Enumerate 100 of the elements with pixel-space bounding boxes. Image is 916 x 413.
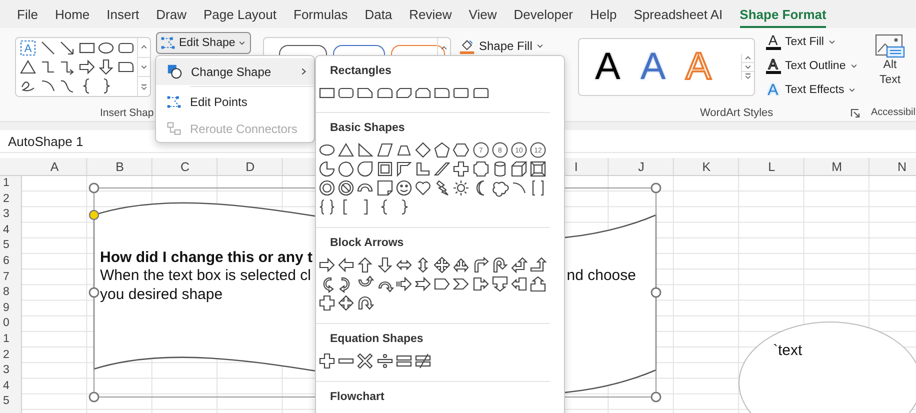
right-arrow-icon[interactable] xyxy=(78,58,96,76)
edit-shape-button[interactable]: Edit Shape xyxy=(156,32,251,54)
no-symbol-icon[interactable] xyxy=(337,179,356,197)
ribbon-tab[interactable]: Page Layout xyxy=(204,0,277,28)
ribbon-tab[interactable]: Home xyxy=(54,0,90,28)
bevel-icon[interactable] xyxy=(529,160,548,178)
hexagon-icon[interactable] xyxy=(452,141,470,159)
three-way-arrow-icon[interactable] xyxy=(452,256,470,274)
up-arrow-callout-icon[interactable] xyxy=(529,275,548,293)
text-fill-button[interactable]: A Text Fill xyxy=(762,30,862,54)
text-box-icon[interactable]: A xyxy=(19,39,37,57)
arrow-line-icon[interactable] xyxy=(58,39,76,57)
column-header[interactable]: N xyxy=(898,160,907,174)
more-icon[interactable] xyxy=(744,72,752,80)
bent-up-arrow-icon[interactable] xyxy=(529,256,548,274)
ribbon-tab[interactable]: Help xyxy=(590,0,617,28)
row-header[interactable]: 4 xyxy=(3,224,10,236)
notched-right-arrow-icon[interactable] xyxy=(414,275,432,293)
row-header[interactable]: 4 xyxy=(3,380,10,392)
triangle-icon[interactable] xyxy=(337,141,356,159)
row-header[interactable]: 0 xyxy=(3,318,10,330)
multiply-icon[interactable] xyxy=(356,352,374,370)
down-arrow-callout-icon[interactable] xyxy=(490,275,509,293)
teardrop-icon[interactable] xyxy=(356,160,374,178)
alt-text-button[interactable]: Alt Text xyxy=(870,28,910,88)
half-frame-icon[interactable] xyxy=(394,160,413,178)
left-up-arrow-icon[interactable] xyxy=(510,256,528,274)
ribbon-tab[interactable]: Developer xyxy=(514,0,574,28)
smiley-icon[interactable] xyxy=(394,179,413,197)
heart-icon[interactable] xyxy=(414,179,432,197)
resize-handle[interactable] xyxy=(88,392,100,402)
up-arrow-icon[interactable] xyxy=(356,256,374,274)
left-arrow-callout-icon[interactable] xyxy=(510,275,528,293)
ribbon-tab[interactable]: Data xyxy=(364,0,392,28)
adjustment-handle[interactable] xyxy=(88,210,100,220)
diagonal-stripe-icon[interactable] xyxy=(433,160,452,178)
circular-arrow-icon[interactable] xyxy=(356,294,374,312)
row-header[interactable]: 2 xyxy=(3,350,10,362)
scroll-up-icon[interactable] xyxy=(440,44,448,52)
cross-icon[interactable] xyxy=(452,160,470,178)
row-header[interactable]: 3 xyxy=(3,365,10,377)
wordart-sample[interactable]: A xyxy=(595,48,620,86)
right-arrow-callout-icon[interactable] xyxy=(472,275,490,293)
not-equal-icon[interactable] xyxy=(414,352,432,370)
right-triangle-icon[interactable] xyxy=(356,141,374,159)
ribbon-tab[interactable]: Insert xyxy=(106,0,140,28)
ribbon-tab[interactable]: Review xyxy=(409,0,452,28)
resize-handle[interactable] xyxy=(88,287,100,298)
u-turn-arrow-icon[interactable] xyxy=(490,256,509,274)
down-arrow-icon[interactable] xyxy=(376,256,394,274)
donut-icon[interactable] xyxy=(318,179,336,197)
left-arrow-icon[interactable] xyxy=(337,256,356,274)
text-effects-button[interactable]: A Text Effects xyxy=(762,78,862,102)
column-header[interactable]: C xyxy=(180,160,190,174)
column-header[interactable]: B xyxy=(116,160,124,174)
wordart-sample[interactable]: A xyxy=(640,48,666,86)
text-outline-button[interactable]: A Text Outline xyxy=(762,54,862,78)
quad-arrow-callout-icon[interactable] xyxy=(318,294,336,312)
plus-icon[interactable] xyxy=(318,352,336,370)
bent-arrow-icon[interactable] xyxy=(472,256,490,274)
menu-item[interactable]: Edit Points xyxy=(156,88,314,115)
column-header[interactable]: A xyxy=(50,160,59,174)
pentagon-icon[interactable] xyxy=(433,141,452,159)
sun-icon[interactable] xyxy=(452,179,470,197)
scroll-down-icon[interactable] xyxy=(140,63,148,71)
striped-right-arrow-icon[interactable] xyxy=(394,275,413,293)
column-header[interactable]: I xyxy=(574,160,578,174)
resize-handle[interactable] xyxy=(650,392,662,402)
row-header[interactable]: 3 xyxy=(3,209,10,221)
column-header[interactable]: K xyxy=(702,160,711,174)
diamond-icon[interactable] xyxy=(414,141,432,159)
down-arrow-icon[interactable] xyxy=(97,58,115,76)
row-header[interactable]: 8 xyxy=(3,287,10,299)
frame-icon[interactable] xyxy=(376,160,394,178)
resize-handle[interactable] xyxy=(88,182,100,194)
row-header[interactable]: 9 xyxy=(3,302,10,314)
dialog-launcher-icon[interactable] xyxy=(850,108,860,118)
divide-icon[interactable] xyxy=(376,352,394,370)
parallelogram-icon[interactable] xyxy=(376,141,394,159)
name-box[interactable]: AutoShape 1 xyxy=(8,134,84,148)
triangle-icon[interactable] xyxy=(19,58,37,76)
column-header[interactable]: L xyxy=(768,160,776,174)
line-icon[interactable] xyxy=(38,39,56,57)
column-header[interactable]: D xyxy=(246,160,255,174)
ribbon-tab[interactable]: View xyxy=(468,0,497,28)
cube-icon[interactable] xyxy=(510,160,528,178)
style-swatch[interactable] xyxy=(279,45,327,55)
plaque-icon[interactable] xyxy=(472,160,490,178)
row-header[interactable]: 1 xyxy=(3,178,10,190)
chord-icon[interactable] xyxy=(337,160,356,178)
resize-handle[interactable] xyxy=(650,287,662,298)
row-header[interactable]: 7 xyxy=(3,272,10,284)
star-arrow-icon[interactable] xyxy=(337,294,356,312)
resize-handle[interactable] xyxy=(650,182,662,194)
row-header[interactable]: 2 xyxy=(3,194,10,206)
cloud-icon[interactable] xyxy=(490,179,509,197)
menu-item[interactable]: Change Shape xyxy=(156,58,314,85)
scroll-up-icon[interactable] xyxy=(140,43,148,52)
quad-arrow-icon[interactable] xyxy=(433,256,452,274)
style-swatch[interactable] xyxy=(391,45,445,55)
